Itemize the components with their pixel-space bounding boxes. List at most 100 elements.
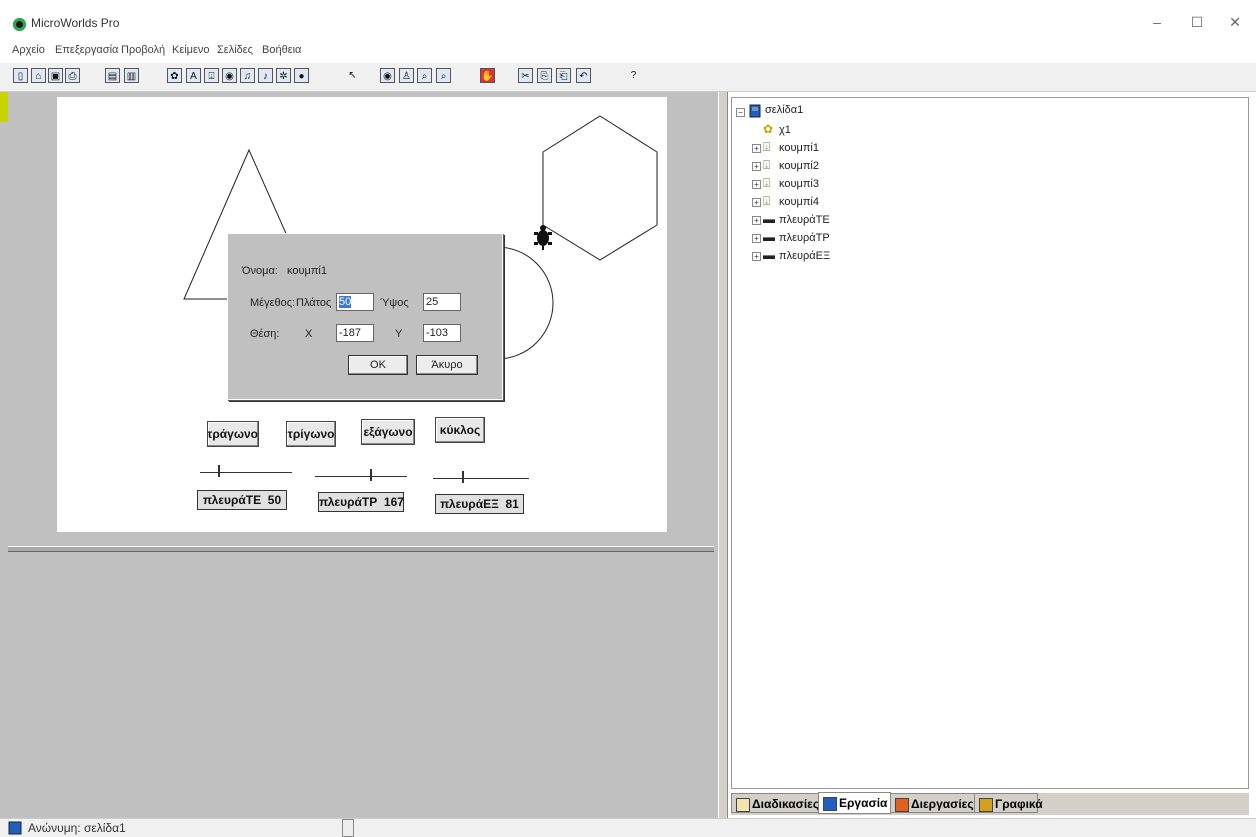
circle-button[interactable]: κύκλος [435,417,485,443]
ok-button[interactable]: OK [348,355,408,375]
save-icon[interactable]: ▣ [48,68,63,83]
width-value: 50 [339,296,352,308]
zoom-in-icon[interactable]: ⌕ [417,68,432,83]
slider-icon: ▬ [763,212,775,226]
undo-icon[interactable]: ↶ [576,68,591,83]
expand-icon[interactable]: + [752,198,761,207]
menu-edit[interactable]: Επεξεργασία [55,44,118,56]
cancel-button[interactable]: Άκυρο [416,355,478,375]
slider-value: 81 [505,497,519,511]
menu-view[interactable]: Προβολή [121,44,165,56]
slider-track [200,472,292,473]
expand-icon[interactable]: + [752,234,761,243]
tab-procedures[interactable]: Διαδικασίες [731,793,819,813]
app-logo-icon [13,18,26,31]
tab-graphics[interactable]: Γραφικά [974,793,1043,813]
width-label: Πλάτος [296,297,332,309]
square-button[interactable]: τετράγωνο [207,421,259,447]
expand-icon[interactable]: + [752,162,761,171]
graphics-icon [979,798,993,812]
collapse-root-icon[interactable]: − [736,108,745,117]
procedures-icon [736,798,750,812]
toolbar: ▯ ⌂ ▣ ⎙ ▤ ▥ ✿ A ⍗ ◉ ♫ ♪ ✲ ● ↖ ◉ ♙ ⌕ ⌕ ✋ ✂ ⎘ ⎗ ↶? [0,63,1256,92]
y-field[interactable]: -103 [423,324,461,342]
copy-icon[interactable]: ⎘ [537,68,552,83]
slider-name: πλευράΤΕ [202,493,262,507]
tab-processes[interactable]: Διεργασίες [890,793,975,813]
menu-help[interactable]: Βοήθεια [262,44,301,56]
page-icon [749,104,761,118]
help-icon[interactable]: ? [626,68,641,83]
melody-icon[interactable]: ♪ [258,68,273,83]
paste-icon[interactable]: ⎗ [556,68,571,83]
tree-root-page[interactable]: σελίδα1 [765,104,803,116]
slider-side-hexagon[interactable] [433,471,529,485]
horizontal-splitter[interactable] [8,546,714,552]
expand-icon[interactable]: + [752,144,761,153]
cut-icon[interactable]: ✂ [518,68,533,83]
maximize-button[interactable]: ☐ [1182,14,1212,31]
stamp-icon[interactable]: ♙ [399,68,414,83]
menu-pages[interactable]: Σελίδες [217,44,253,56]
music-icon[interactable]: ♫ [240,68,255,83]
expand-icon[interactable]: + [752,180,761,189]
slider-tool-icon[interactable]: ◉ [222,68,237,83]
notes-icon[interactable]: ▥ [124,68,139,83]
tab-label: Γραφικά [995,797,1043,811]
size-label: Μέγεθος: [250,297,296,309]
button-icon: ⍗ [763,158,771,172]
x-label: X [305,328,313,340]
status-bar: Ανώνυμη: σελίδα1 [0,818,1256,837]
slider-side-triangle[interactable] [315,469,407,483]
eye-icon[interactable]: ◉ [380,68,395,83]
vertical-splitter[interactable] [718,92,728,818]
project-tree: − σελίδα1 ✿ χ1 + ⍗ κουμπί1 + ⍗ κουμπί2 + ⍗ κουμπί3… [731,97,1249,789]
slider-thumb[interactable] [218,465,220,477]
menu-file[interactable]: Αρχείο [12,44,45,56]
tree-item[interactable]: χ1 [779,124,791,136]
hexagon-button[interactable]: εξάγωνο [361,419,415,445]
turtle-icon: ✿ [763,122,774,136]
pointer-icon[interactable]: ↖ [345,68,360,83]
width-field[interactable]: 50 [336,293,374,311]
turtle-tool-icon[interactable]: ✿ [167,68,182,83]
tree-item[interactable]: κουμπί2 [779,160,819,172]
slider-thumb[interactable] [462,471,464,483]
tree-item[interactable]: κουμπί1 [779,142,819,154]
x-field[interactable]: -187 [336,324,374,342]
tab-project[interactable]: Εργασία [818,792,891,814]
print-icon[interactable]: ⎙ [65,68,80,83]
zoom-out-icon[interactable]: ⌕ [436,68,451,83]
slider-thumb[interactable] [370,469,372,481]
shapes-icon[interactable]: ✲ [276,68,291,83]
tree-item[interactable]: κουμπί3 [779,178,819,190]
tree-item[interactable]: πλευράΤΡ [779,232,830,244]
tree-item[interactable]: κουμπί4 [779,196,819,208]
height-field[interactable]: 25 [423,293,461,311]
stop-icon[interactable]: ✋ [480,68,495,83]
processes-icon [895,798,909,812]
minimize-button[interactable]: – [1142,14,1172,30]
open-icon[interactable]: ⌂ [31,68,46,83]
page-icon[interactable]: ▤ [105,68,120,83]
text-box-icon[interactable]: A [186,68,201,83]
tree-item[interactable]: πλευράΤΕ [779,214,830,226]
slider-side-square[interactable] [200,465,292,479]
menu-text[interactable]: Κείμενο [172,44,210,56]
slider-icon: ▬ [763,248,775,262]
triangle-button[interactable]: τρίγωνο [286,421,336,447]
new-icon[interactable]: ▯ [13,68,28,83]
tree-item[interactable]: πλευράΕΞ [779,250,830,262]
height-label: Ύψος [380,297,409,309]
status-scroll-icon[interactable] [342,819,354,837]
tab-label: Εργασία [839,796,888,810]
expand-icon[interactable]: + [752,216,761,225]
slider-icon: ▬ [763,230,775,244]
record-icon[interactable]: ● [294,68,309,83]
expand-icon[interactable]: + [752,252,761,261]
button-tool-icon[interactable]: ⍗ [204,68,219,83]
close-button[interactable]: ✕ [1220,14,1250,31]
slider-name: πλευράΕΞ [440,497,499,511]
name-value: κουμπί1 [287,265,327,277]
name-label: Όνομα: [242,265,278,277]
